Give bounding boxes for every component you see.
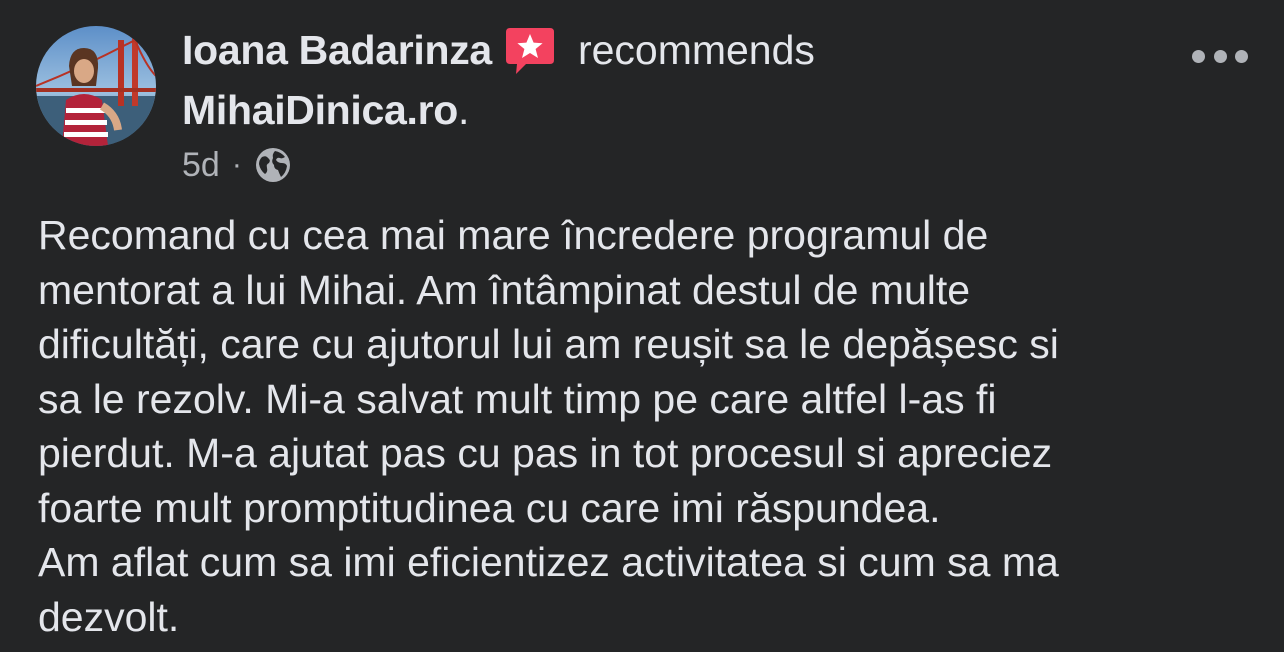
recommendation-post: Ioana Badarinza recommends MihaiDinica.r…: [0, 0, 1284, 652]
page-suffix: .: [458, 86, 470, 133]
page-name-link[interactable]: MihaiDinica.ro: [182, 87, 458, 134]
avatar-photo: [36, 26, 156, 146]
recommend-star-icon: [504, 24, 556, 76]
more-options-icon[interactable]: [1192, 38, 1248, 74]
post-meta: 5d ·: [182, 142, 292, 188]
timestamp[interactable]: 5d: [182, 146, 220, 185]
recommended-page: MihaiDinica.ro .: [182, 82, 469, 138]
post-body-line: Recomand cu cea mai mare încredere progr…: [38, 212, 989, 258]
post-body-line: dezvolt.: [38, 593, 180, 640]
avatar[interactable]: [36, 26, 156, 146]
more-dot: [1192, 49, 1205, 63]
post-body-line: mentorat a lui Mihai. Am întâmpinat dest…: [38, 266, 971, 313]
post-body-line: pierdut. M-a ajutat pas cu pas in tot pr…: [38, 430, 1053, 476]
post-body-line: sa le rezolv. Mi-a salvat mult timp pe c…: [38, 375, 997, 422]
post-body: Recomand cu cea mai mare încredere progr…: [38, 208, 1258, 644]
post-body-line: Am aflat cum sa imi eficientizez activit…: [38, 539, 1059, 585]
meta-separator: ·: [231, 148, 242, 181]
more-dot: [1235, 49, 1248, 63]
author-name[interactable]: Ioana Badarinza: [182, 27, 492, 74]
post-header: Ioana Badarinza recommends: [182, 22, 815, 78]
globe-icon[interactable]: [254, 146, 292, 184]
action-text: recommends: [577, 26, 815, 73]
more-dot: [1213, 49, 1227, 63]
post-body-line: dificultăți, care cu ajutorul lui am reu…: [38, 321, 1059, 367]
post-body-line: foarte mult promptitudinea cu care imi r…: [38, 484, 941, 531]
